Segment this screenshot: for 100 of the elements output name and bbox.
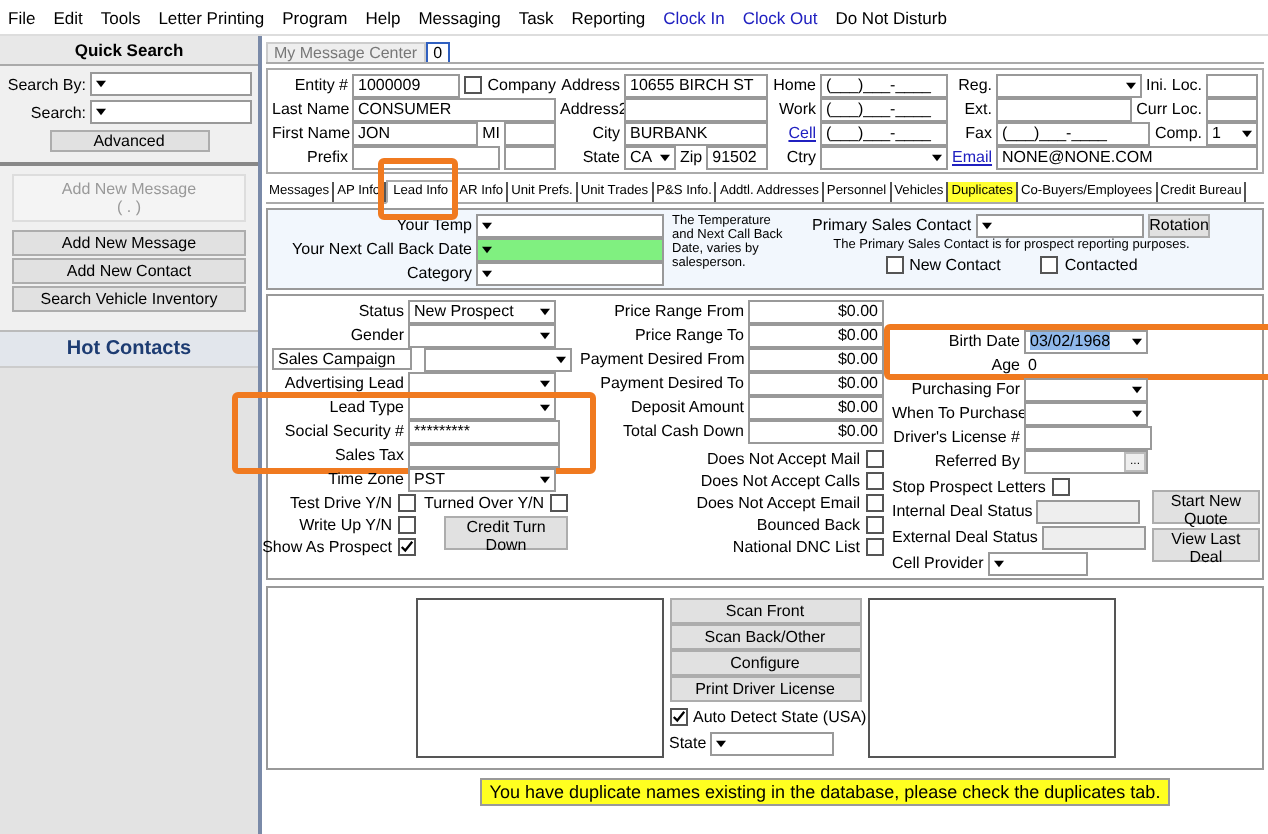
scan-button[interactable]: Configure (669, 650, 861, 676)
dropdown-field[interactable] (710, 731, 835, 755)
dropdown-field[interactable] (476, 237, 664, 261)
checkbox[interactable] (550, 494, 569, 512)
dropdown-field[interactable] (476, 213, 664, 237)
text-field[interactable]: 10655 BIRCH ST (624, 73, 768, 97)
search-field[interactable] (90, 100, 252, 124)
credit-turn-down-button[interactable]: Credit Turn Down (444, 516, 569, 550)
menu-item[interactable]: Task (518, 7, 554, 27)
text-field[interactable] (624, 97, 768, 121)
text-field[interactable]: CONSUMER (352, 97, 556, 121)
dropdown-field[interactable]: CA (624, 145, 676, 169)
checkbox[interactable] (1040, 256, 1059, 274)
sidebar-button[interactable]: Search Vehicle Inventory (12, 286, 246, 312)
dropdown-field[interactable] (476, 261, 664, 285)
checkbox[interactable] (866, 450, 884, 468)
menu-item[interactable]: Letter Printing (158, 7, 265, 27)
dropdown-field[interactable] (820, 145, 948, 169)
action-button[interactable]: Start New Quote (1151, 490, 1260, 524)
amount-field[interactable]: $0.00 (748, 371, 884, 395)
scan-button[interactable]: Scan Front (669, 598, 861, 624)
field-link[interactable]: Email (952, 148, 992, 166)
field-label: Time Zone (326, 470, 404, 488)
dropdown-field[interactable]: 1 (1206, 121, 1258, 145)
dropdown-arrow-icon (540, 379, 550, 387)
menu-item[interactable]: Tools (100, 7, 141, 27)
text-field[interactable]: (___)___-____ (996, 121, 1151, 145)
amount-field[interactable]: $0.00 (748, 323, 884, 347)
amount-field[interactable]: $0.00 (748, 419, 884, 443)
menu-item[interactable]: Messaging (418, 7, 501, 27)
checkbox[interactable] (463, 76, 482, 94)
checkbox[interactable] (866, 494, 884, 512)
field-link[interactable]: Cell (772, 124, 816, 142)
text-field[interactable]: (___)___-____ (820, 121, 948, 145)
checkbox[interactable] (1051, 478, 1070, 496)
text-field[interactable] (1206, 97, 1258, 121)
dropdown-field[interactable] (424, 347, 572, 371)
document-tab[interactable]: 0 (425, 42, 451, 62)
menu-item[interactable]: Help (365, 7, 401, 27)
menu-item[interactable]: File (8, 7, 36, 27)
scan-button[interactable]: Print Driver License (669, 676, 861, 702)
text-field[interactable]: NONE@NONE.COM (996, 145, 1258, 169)
dropdown-arrow-icon (482, 245, 492, 253)
dropdown-arrow-icon (540, 475, 550, 483)
amount-field[interactable]: $0.00 (748, 299, 884, 323)
sidebar-button[interactable]: Add New Message (12, 230, 246, 256)
text-field[interactable]: 91502 (706, 145, 768, 169)
action-button[interactable]: View Last Deal (1151, 528, 1260, 562)
document-tab[interactable]: My Message Center (266, 42, 426, 62)
dropdown-field[interactable]: New Prospect (408, 299, 556, 323)
amount-field[interactable]: $0.00 (748, 395, 884, 419)
text-field[interactable]: ********* (408, 419, 560, 443)
text-field[interactable] (408, 443, 560, 467)
checkbox-label: Contacted (1064, 256, 1138, 274)
amount-field[interactable]: $0.00 (748, 347, 884, 371)
checkbox[interactable] (866, 516, 884, 534)
dropdown-field[interactable] (987, 551, 1088, 575)
dropdown-field[interactable] (1024, 377, 1148, 401)
checkbox[interactable] (398, 516, 416, 534)
search-by-dropdown[interactable] (90, 72, 252, 96)
text-field[interactable]: 1000009 (352, 73, 460, 97)
checkbox[interactable] (398, 538, 416, 556)
menu-link[interactable]: Clock In (663, 7, 725, 27)
scan-button[interactable]: Scan Back/Other (669, 624, 861, 650)
dropdown-arrow-icon (1132, 409, 1142, 417)
field-label: Comp. (1154, 124, 1202, 142)
field-label: When To Purchase (892, 404, 1020, 422)
menu-item[interactable]: Do Not Disturb (835, 7, 947, 27)
field-label: Last Name (272, 100, 348, 118)
menu-link[interactable]: Clock Out (742, 7, 818, 27)
text-field[interactable] (504, 121, 556, 145)
text-field[interactable] (504, 145, 556, 169)
text-field[interactable] (1024, 425, 1152, 449)
dropdown-field[interactable]: PST (408, 467, 556, 491)
menu-item[interactable]: Program (282, 7, 348, 27)
dropdown-field[interactable] (408, 323, 556, 347)
dropdown-field[interactable]: 03/02/1968 (1024, 329, 1148, 353)
field-label: Driver's License # (892, 428, 1020, 446)
field-label: Purchasing For (909, 380, 1020, 398)
checkbox[interactable] (669, 708, 687, 726)
text-field[interactable] (1206, 73, 1258, 97)
text-field[interactable]: BURBANK (624, 121, 768, 145)
checkbox[interactable] (398, 494, 416, 512)
menu-item[interactable]: Reporting (571, 7, 646, 27)
checkbox[interactable] (866, 538, 884, 556)
text-field[interactable]: (___)___-____ (820, 97, 948, 121)
checkbox[interactable] (885, 256, 904, 274)
dropdown-field[interactable] (975, 213, 1144, 237)
checkbox[interactable] (866, 472, 884, 490)
sidebar-button[interactable]: Add New Contact (12, 258, 246, 284)
field-label: Ext. (962, 100, 992, 118)
dropdown-field[interactable] (996, 73, 1142, 97)
field-label: Payment Desired From (580, 350, 744, 368)
dropdown-field[interactable] (1024, 401, 1148, 425)
rotation-button[interactable]: Rotation (1147, 213, 1211, 237)
text-field[interactable]: JON (352, 121, 479, 145)
text-field[interactable] (996, 97, 1133, 121)
menu-item[interactable]: Edit (53, 7, 83, 27)
text-field[interactable]: (___)___-____ (820, 73, 948, 97)
advanced-button[interactable]: Advanced (49, 130, 209, 152)
